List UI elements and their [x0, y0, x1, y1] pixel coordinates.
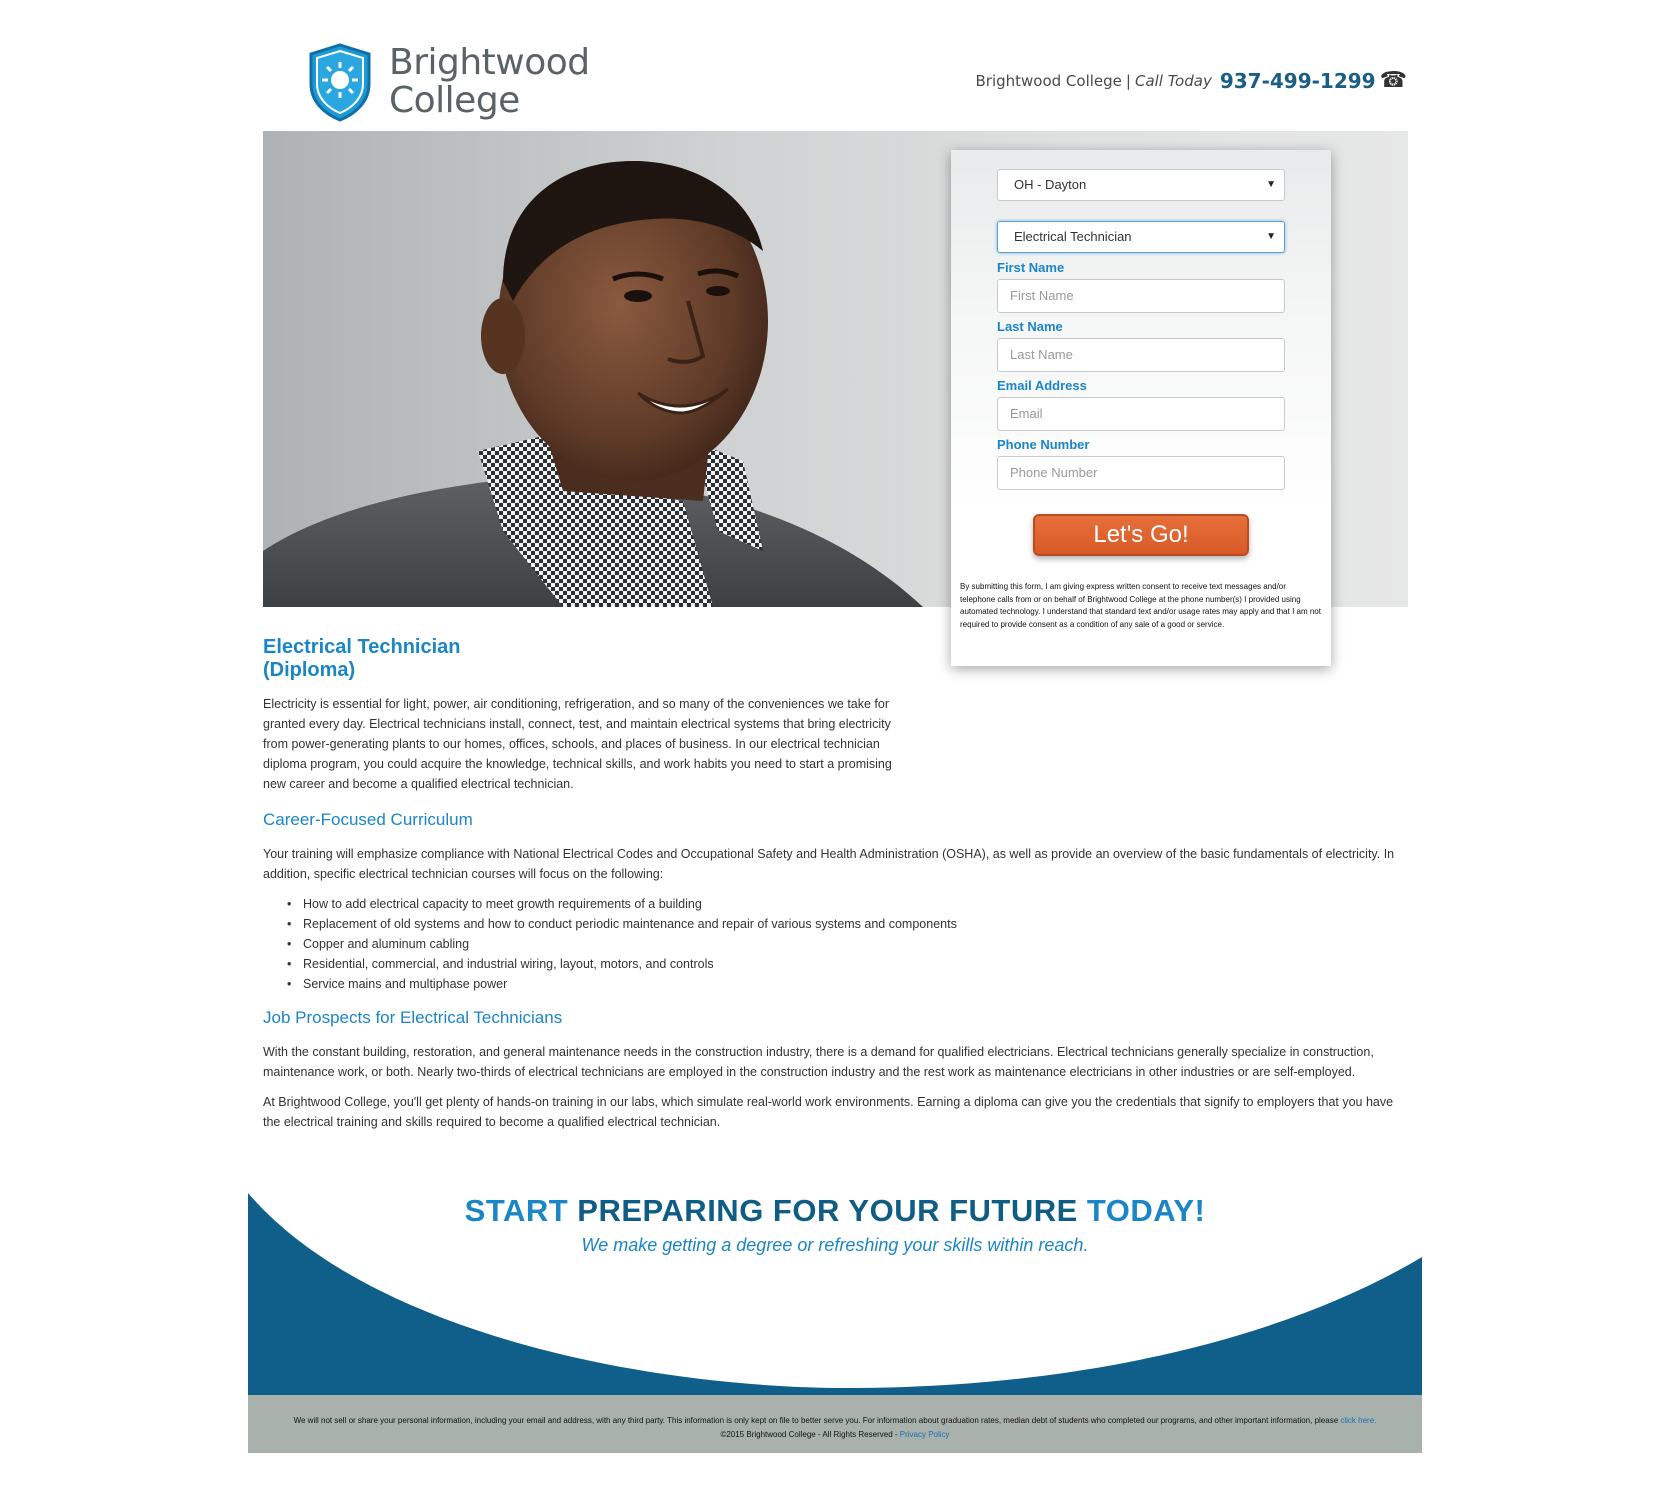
curriculum-list: How to add electrical capacity to meet g… — [287, 894, 957, 994]
cta-word-today: TODAY! — [1086, 1193, 1206, 1228]
brightwood-logo[interactable]: Brightwood College — [305, 39, 605, 125]
list-item: Residential, commercial, and industrial … — [287, 954, 957, 974]
lets-go-button[interactable]: Let's Go! — [1033, 514, 1249, 556]
copyright-text: ©2015 Brightwood College - All Rights Re… — [720, 1430, 898, 1439]
header-contact: Brightwood College | Call Today 937-499-… — [975, 68, 1407, 93]
phone-number-link[interactable]: 937-499-1299 — [1220, 69, 1376, 93]
list-item: Copper and aluminum cabling — [287, 934, 957, 954]
program-select-value: Electrical Technician — [1014, 229, 1132, 244]
contact-name: Brightwood College — [975, 71, 1122, 90]
list-item: Service mains and multiphase power — [287, 974, 957, 994]
cta-subtitle: We make getting a degree or refreshing y… — [581, 1235, 1089, 1255]
contact-separator: | — [1125, 71, 1131, 90]
lead-form: OH - Dayton ▼ Electrical Technician ▼ Fi… — [951, 150, 1331, 666]
cta-word-middle: PREPARING FOR YOUR FUTURE — [577, 1193, 1078, 1228]
click-here-link[interactable]: click here. — [1340, 1416, 1376, 1425]
jobs-paragraph-2: At Brightwood College, you'll get plenty… — [263, 1095, 1394, 1129]
first-name-field[interactable]: First Name — [997, 279, 1285, 313]
email-label: Email Address — [997, 378, 1087, 393]
logo-wordmark: Brightwood College — [389, 44, 590, 120]
footer-privacy-text: We will not sell or share your personal … — [293, 1416, 1339, 1425]
footer: We will not sell or share your personal … — [248, 1395, 1422, 1453]
list-item: Replacement of old systems and how to co… — [287, 914, 957, 934]
cta-heading: START PREPARING FOR YOUR FUTURE TODAY! — [248, 1193, 1422, 1229]
logo-line-2: College — [389, 80, 520, 121]
phone-field[interactable]: Phone Number — [997, 456, 1285, 490]
consent-text: By submitting this form, I am giving exp… — [960, 582, 1321, 629]
jobs-heading: Job Prospects for Electrical Technicians — [263, 1008, 563, 1027]
jobs-paragraph-1: With the constant building, restoration,… — [263, 1045, 1374, 1079]
program-select[interactable]: Electrical Technician ▼ — [997, 221, 1285, 253]
campus-select[interactable]: OH - Dayton ▼ — [997, 169, 1285, 201]
title-line-1: Electrical Technician — [263, 636, 461, 658]
telephone-icon: ☎ — [1379, 68, 1407, 93]
footer-copyright-line: ©2015 Brightwood College - All Rights Re… — [248, 1430, 1422, 1439]
shield-sun-icon — [309, 43, 371, 122]
intro-paragraph: Electricity is essential for light, powe… — [263, 697, 892, 791]
phone-label: Phone Number — [997, 437, 1090, 452]
logo-line-1: Brightwood — [389, 42, 590, 83]
curriculum-paragraph: Your training will emphasize compliance … — [263, 847, 1395, 881]
title-line-2: (Diploma) — [263, 659, 356, 681]
call-today-label: Call Today — [1134, 71, 1212, 90]
privacy-policy-link[interactable]: Privacy Policy — [900, 1430, 950, 1439]
last-name-label: Last Name — [997, 319, 1063, 334]
chevron-down-icon: ▼ — [1266, 179, 1276, 190]
footer-privacy-notice: We will not sell or share your personal … — [248, 1416, 1422, 1425]
campus-select-value: OH - Dayton — [1014, 177, 1087, 192]
cta-word-start: START — [464, 1193, 569, 1228]
curriculum-heading: Career-Focused Curriculum — [263, 810, 473, 829]
email-field[interactable]: Email — [997, 397, 1285, 431]
first-name-label: First Name — [997, 260, 1065, 275]
page-title: Electrical Technician (Diploma) — [263, 636, 461, 682]
list-item: How to add electrical capacity to meet g… — [287, 894, 957, 914]
last-name-field[interactable]: Last Name — [997, 338, 1285, 372]
chevron-down-icon: ▼ — [1266, 231, 1276, 242]
